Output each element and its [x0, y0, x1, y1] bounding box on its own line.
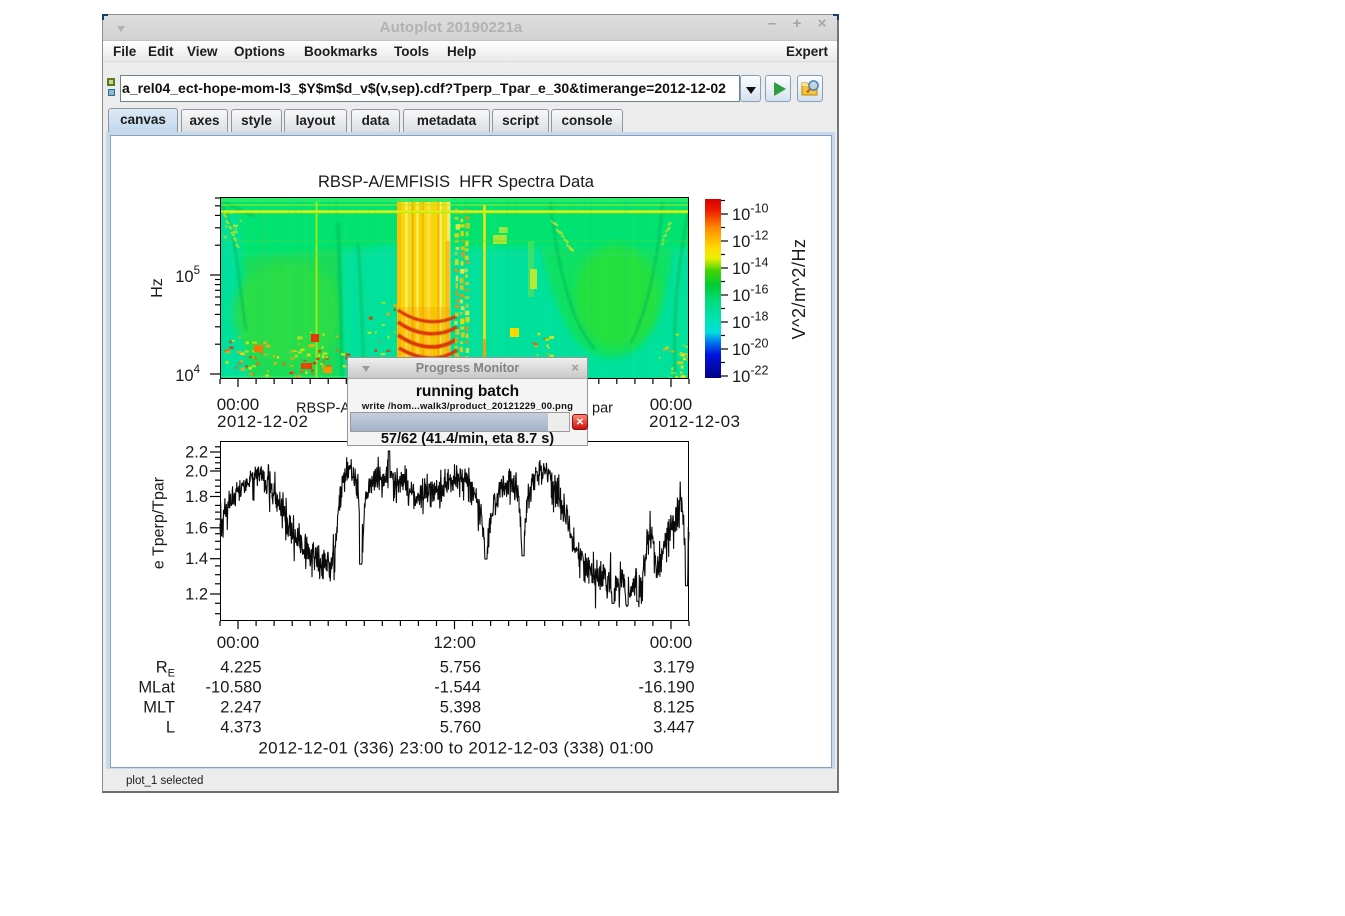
svg-text:1.4: 1.4: [185, 550, 208, 568]
svg-text:3.179: 3.179: [653, 659, 694, 677]
svg-text:4.225: 4.225: [220, 659, 261, 677]
svg-text:5.756: 5.756: [440, 659, 481, 677]
svg-text:Hz: Hz: [149, 278, 166, 298]
svg-text:RE: RE: [156, 659, 175, 680]
svg-text:-16.190: -16.190: [639, 679, 695, 697]
svg-text:00:00: 00:00: [217, 633, 260, 652]
svg-text:00:00: 00:00: [650, 633, 693, 652]
svg-text:2012-12-03: 2012-12-03: [649, 412, 740, 431]
svg-text:1.8: 1.8: [185, 488, 208, 506]
svg-text:MLat: MLat: [138, 679, 175, 697]
svg-text:10-10: 10-10: [732, 202, 768, 225]
svg-text:2.247: 2.247: [220, 699, 261, 717]
svg-text:par: par: [592, 401, 613, 417]
svg-text:1.2: 1.2: [185, 586, 208, 604]
svg-text:4.373: 4.373: [220, 719, 261, 737]
svg-text:2.0: 2.0: [185, 463, 208, 481]
svg-text:-10.580: -10.580: [206, 679, 262, 697]
svg-text:10-20: 10-20: [732, 337, 768, 360]
svg-text:5.398: 5.398: [440, 699, 481, 717]
svg-text:104: 104: [175, 364, 200, 385]
svg-text:10-12: 10-12: [732, 229, 768, 252]
svg-text:2012-12-02: 2012-12-02: [217, 412, 308, 431]
svg-text:10-14: 10-14: [732, 256, 768, 279]
svg-text:10-16: 10-16: [732, 283, 768, 306]
svg-text:RBSP-A/EMFISIS HFR Spectra Da: RBSP-A/EMFISIS HFR Spectra Data: [318, 173, 595, 191]
svg-text:L: L: [166, 719, 175, 737]
svg-text:1.6: 1.6: [185, 519, 208, 537]
svg-text:5.760: 5.760: [440, 719, 481, 737]
svg-text:3.447: 3.447: [653, 719, 694, 737]
svg-text:RBSP-A: RBSP-A: [296, 401, 350, 417]
svg-text:e Tperp/Tpar: e Tperp/Tpar: [151, 476, 168, 569]
svg-text:2012-12-01 (336) 23:00 to 2012: 2012-12-01 (336) 23:00 to 2012-12-03 (33…: [258, 739, 653, 758]
svg-text:MLT: MLT: [143, 699, 175, 717]
svg-text:-1.544: -1.544: [434, 679, 481, 697]
svg-text:105: 105: [175, 265, 200, 286]
svg-text:V^2/m^2/Hz: V^2/m^2/Hz: [789, 239, 809, 340]
svg-text:2.2: 2.2: [185, 444, 208, 462]
svg-text:10-22: 10-22: [732, 364, 768, 387]
svg-text:8.125: 8.125: [653, 699, 694, 717]
svg-text:12:00: 12:00: [433, 633, 476, 652]
svg-text:10-18: 10-18: [732, 310, 768, 333]
